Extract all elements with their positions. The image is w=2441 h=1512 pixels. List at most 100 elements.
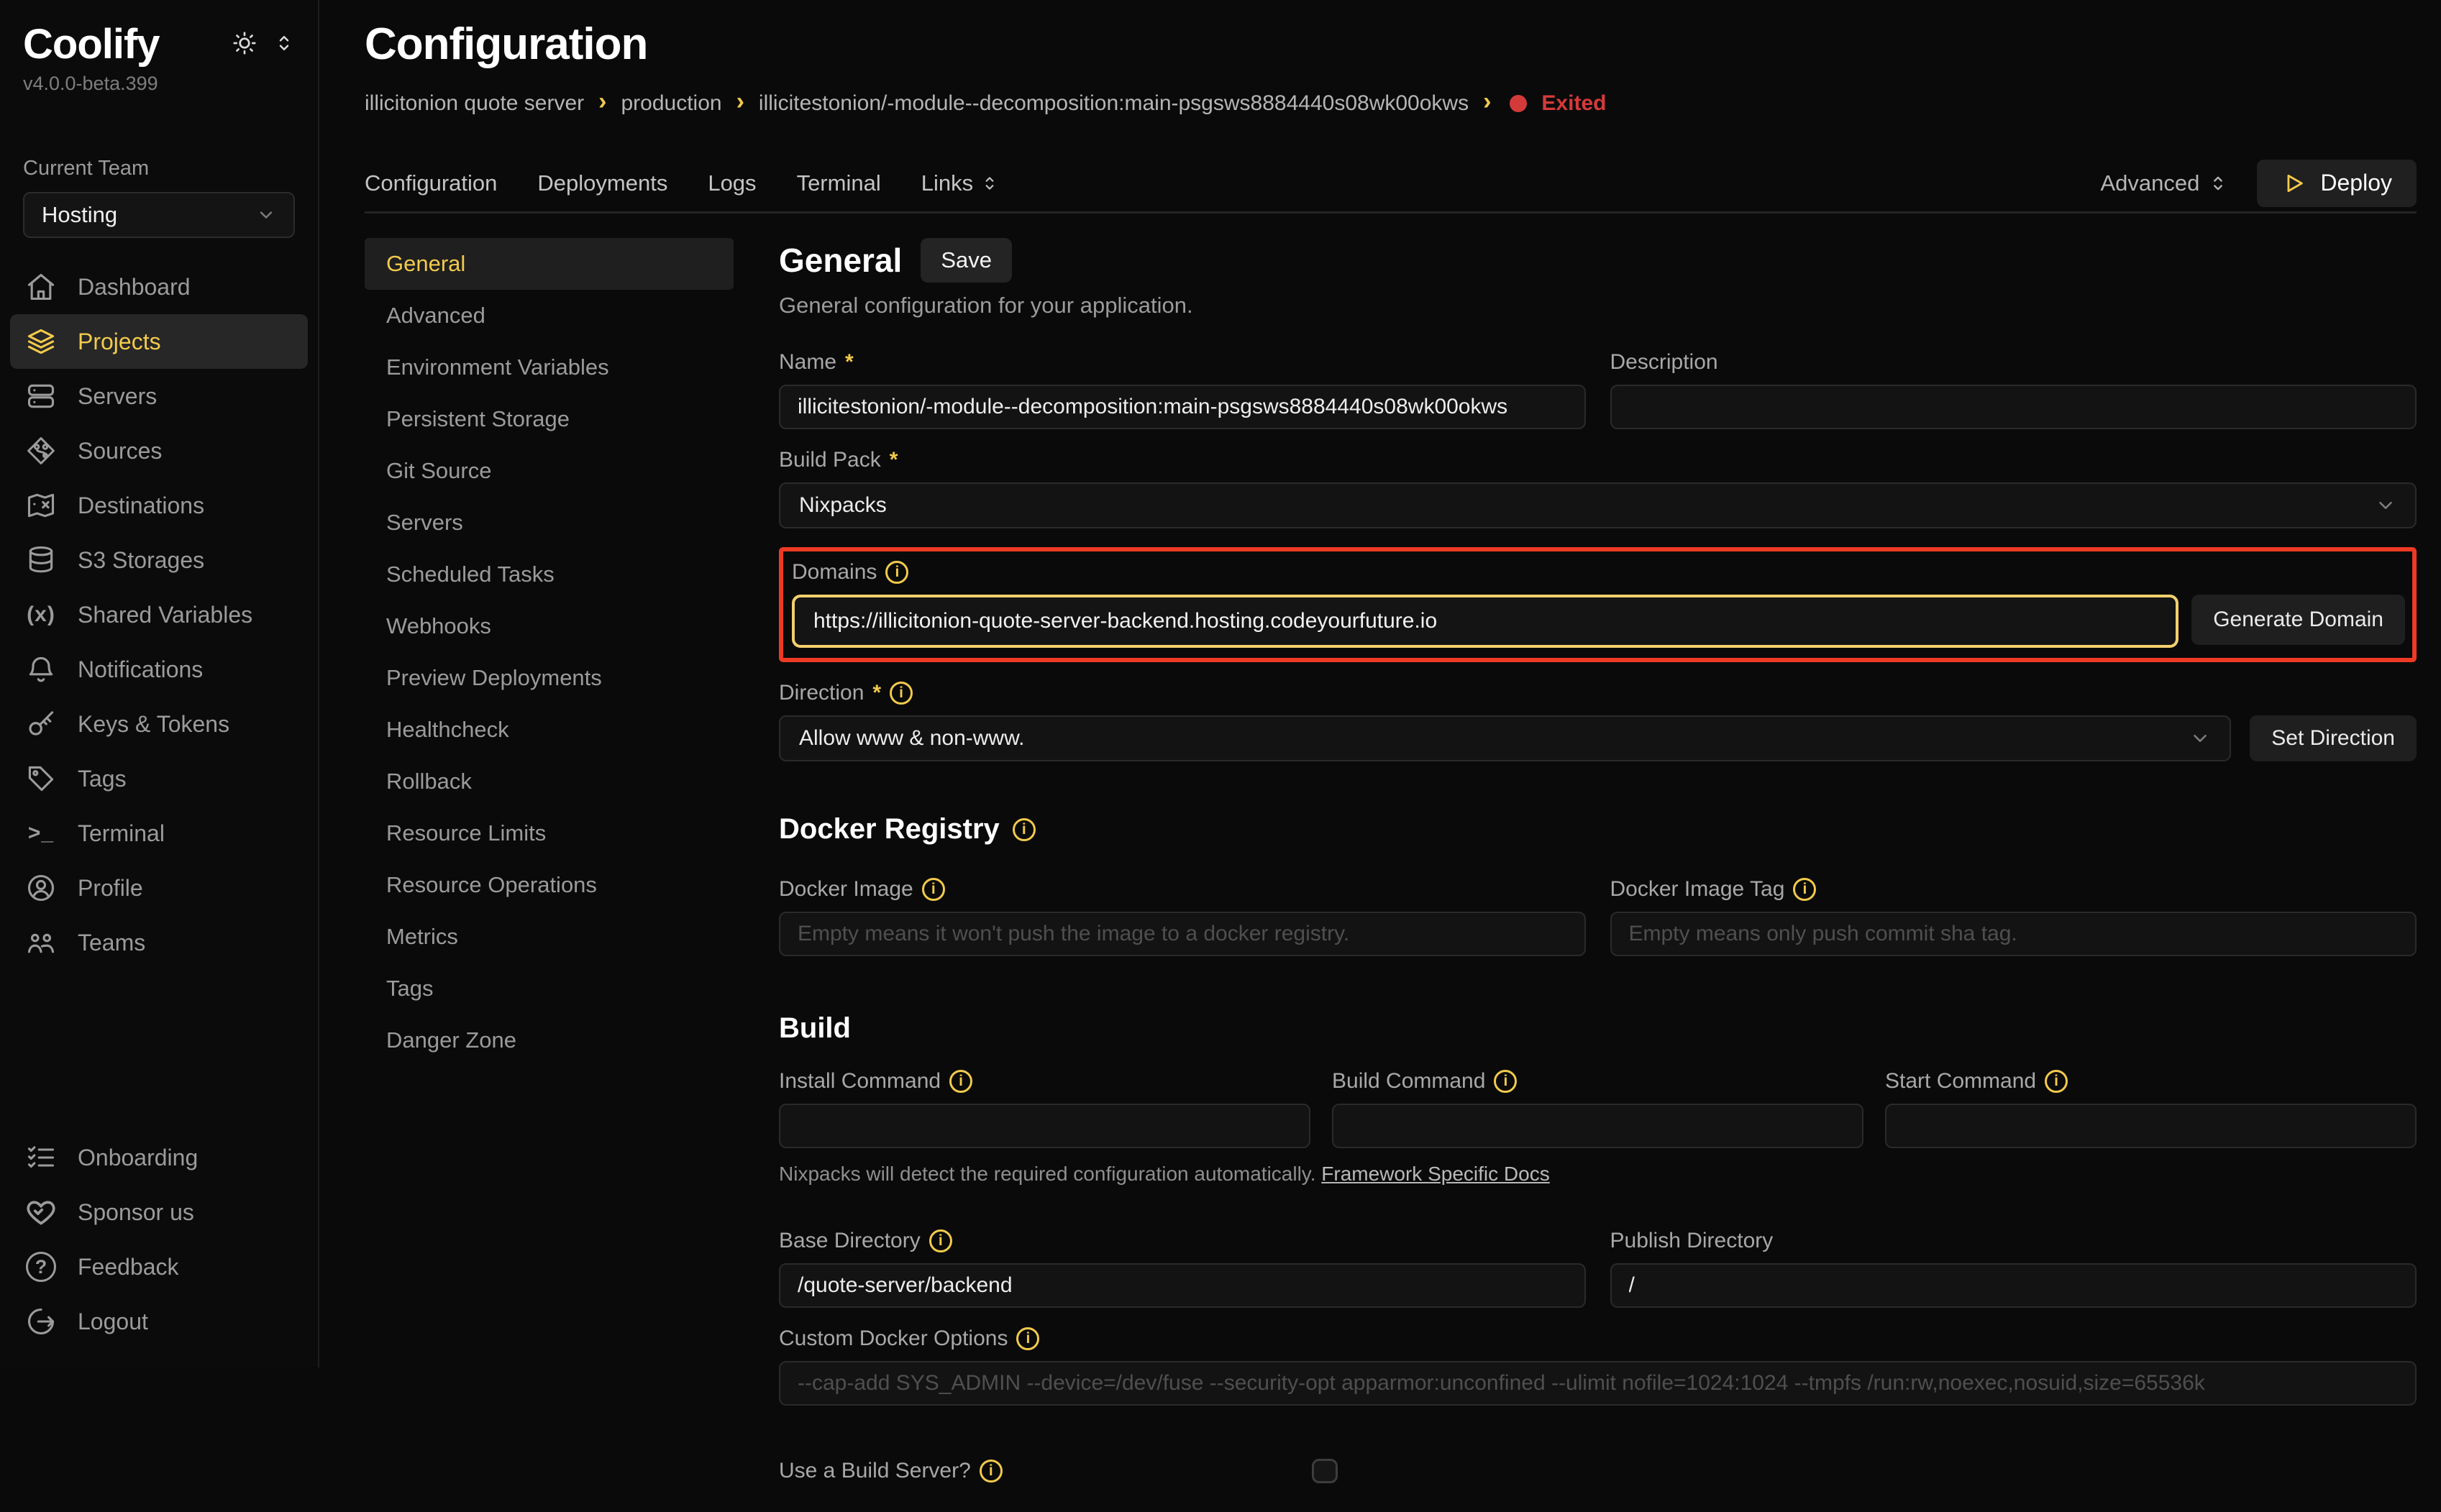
sidebar-item-teams[interactable]: Teams [10, 915, 308, 970]
cfg-nav-scheduled-tasks[interactable]: Scheduled Tasks [365, 549, 734, 600]
install-command-input[interactable] [779, 1104, 1310, 1148]
cfg-nav-metrics[interactable]: Metrics [365, 911, 734, 963]
sidebar-item-logout[interactable]: Logout [10, 1294, 308, 1349]
cfg-nav-webhooks[interactable]: Webhooks [365, 600, 734, 652]
chevron-up-down-icon[interactable] [273, 32, 295, 54]
cfg-nav-servers[interactable]: Servers [365, 497, 734, 549]
info-icon: i [922, 878, 945, 901]
sidebar-footer: Onboarding Sponsor us ? Feedback Logout [10, 1130, 308, 1349]
build-command-input[interactable] [1332, 1104, 1863, 1148]
tab-links[interactable]: Links [921, 170, 999, 196]
logout-icon [24, 1306, 58, 1337]
base-directory-input[interactable] [779, 1263, 1586, 1308]
domains-input[interactable] [792, 595, 2178, 648]
sidebar-item-feedback[interactable]: ? Feedback [10, 1240, 308, 1294]
docker-image-tag-input[interactable] [1610, 912, 2417, 956]
sidebar-item-terminal[interactable]: >_ Terminal [10, 806, 308, 861]
breadcrumb-environment[interactable]: production [621, 91, 721, 116]
home-icon [24, 271, 58, 303]
tab-deployments[interactable]: Deployments [537, 170, 667, 196]
cfg-nav-danger-zone[interactable]: Danger Zone [365, 1014, 734, 1066]
server-icon [24, 380, 58, 412]
section-subtitle: General configuration for your applicati… [779, 293, 2417, 319]
general-form: General Save General configuration for y… [779, 238, 2417, 1512]
terminal-icon: >_ [24, 821, 58, 846]
sidebar-item-label: Feedback [78, 1254, 179, 1280]
direction-select[interactable]: Allow www & non-www. [779, 715, 2231, 761]
tab-logs[interactable]: Logs [708, 170, 756, 196]
sidebar-item-profile[interactable]: Profile [10, 861, 308, 915]
deploy-label: Deploy [2320, 170, 2392, 196]
build-pack-select[interactable]: Nixpacks [779, 482, 2417, 528]
sidebar-item-dashboard[interactable]: Dashboard [10, 260, 308, 314]
deploy-button[interactable]: Deploy [2257, 160, 2417, 207]
sidebar-item-label: Notifications [78, 656, 203, 683]
cfg-nav-resource-limits[interactable]: Resource Limits [365, 807, 734, 859]
description-input[interactable] [1610, 385, 2417, 429]
sidebar-item-projects[interactable]: Projects [10, 314, 308, 369]
chevron-up-down-icon [980, 174, 999, 193]
cfg-nav-preview-deployments[interactable]: Preview Deployments [365, 652, 734, 704]
info-icon: i [1793, 878, 1816, 901]
generate-domain-button[interactable]: Generate Domain [2191, 595, 2405, 645]
cfg-nav-git-source[interactable]: Git Source [365, 445, 734, 497]
heart-icon [24, 1196, 58, 1228]
cfg-nav-persistent-storage[interactable]: Persistent Storage [365, 393, 734, 445]
build-command-label: Build Command i [1332, 1069, 1863, 1094]
tab-terminal[interactable]: Terminal [797, 170, 881, 196]
set-direction-button[interactable]: Set Direction [2250, 715, 2417, 761]
sidebar-item-notifications[interactable]: Notifications [10, 642, 308, 697]
sidebar-item-label: Terminal [78, 820, 165, 847]
question-circle-icon: ? [24, 1252, 58, 1282]
chevron-right-icon: › [598, 89, 606, 114]
install-command-label: Install Command i [779, 1069, 1310, 1094]
cfg-nav-general[interactable]: General [365, 238, 734, 290]
sidebar-item-label: Sources [78, 438, 162, 464]
build-server-checkbox[interactable] [1312, 1459, 1338, 1483]
sidebar-item-s3-storages[interactable]: S3 Storages [10, 533, 308, 587]
save-button[interactable]: Save [921, 238, 1012, 283]
start-command-input[interactable] [1885, 1104, 2417, 1148]
cfg-nav-tags[interactable]: Tags [365, 963, 734, 1014]
framework-docs-link[interactable]: Framework Specific Docs [1321, 1163, 1549, 1185]
sidebar-item-sources[interactable]: Sources [10, 423, 308, 478]
sidebar-item-destinations[interactable]: Destinations [10, 478, 308, 533]
sidebar-item-tags[interactable]: Tags [10, 751, 308, 806]
build-heading: Build [779, 1012, 2417, 1045]
git-source-icon [24, 435, 58, 467]
sidebar-nav: Dashboard Projects Servers Sources Desti… [10, 260, 308, 970]
breadcrumb-project[interactable]: illicitonion quote server [365, 91, 584, 116]
tag-icon [24, 763, 58, 794]
name-label: Name* [779, 350, 1586, 375]
cfg-nav-environment-variables[interactable]: Environment Variables [365, 342, 734, 393]
team-select[interactable]: Hosting [23, 192, 295, 238]
tab-configuration[interactable]: Configuration [365, 170, 497, 196]
theme-toggle-sun-icon[interactable] [232, 30, 257, 56]
sidebar-item-keys-tokens[interactable]: Keys & Tokens [10, 697, 308, 751]
advanced-menu[interactable]: Advanced [2101, 170, 2229, 196]
sidebar-item-shared-variables[interactable]: (x) Shared Variables [10, 587, 308, 642]
name-input[interactable] [779, 385, 1586, 429]
configuration-nav: General Advanced Environment Variables P… [365, 238, 734, 1512]
build-pack-value: Nixpacks [799, 493, 887, 518]
cfg-nav-healthcheck[interactable]: Healthcheck [365, 704, 734, 756]
custom-docker-options-input[interactable] [779, 1361, 2417, 1406]
domains-highlight-box: Domains i Generate Domain [779, 547, 2417, 662]
sidebar-item-label: Destinations [78, 492, 204, 519]
cfg-nav-resource-operations[interactable]: Resource Operations [365, 859, 734, 911]
map-icon [24, 490, 58, 521]
sidebar-item-label: Onboarding [78, 1145, 198, 1171]
sidebar-item-onboarding[interactable]: Onboarding [10, 1130, 308, 1185]
publish-directory-input[interactable] [1610, 1263, 2417, 1308]
cfg-nav-advanced[interactable]: Advanced [365, 290, 734, 342]
key-icon [24, 708, 58, 740]
sidebar-item-sponsor-us[interactable]: Sponsor us [10, 1185, 308, 1240]
sidebar-item-servers[interactable]: Servers [10, 369, 308, 423]
status-dot-icon [1510, 95, 1527, 112]
breadcrumb-resource[interactable]: illicitestonion/-module--decomposition:m… [759, 91, 1469, 116]
docker-image-input[interactable] [779, 912, 1586, 956]
sidebar-item-label: Profile [78, 875, 143, 902]
breadcrumb: illicitonion quote server › production ›… [365, 91, 2417, 116]
section-heading: General [779, 241, 902, 280]
cfg-nav-rollback[interactable]: Rollback [365, 756, 734, 807]
